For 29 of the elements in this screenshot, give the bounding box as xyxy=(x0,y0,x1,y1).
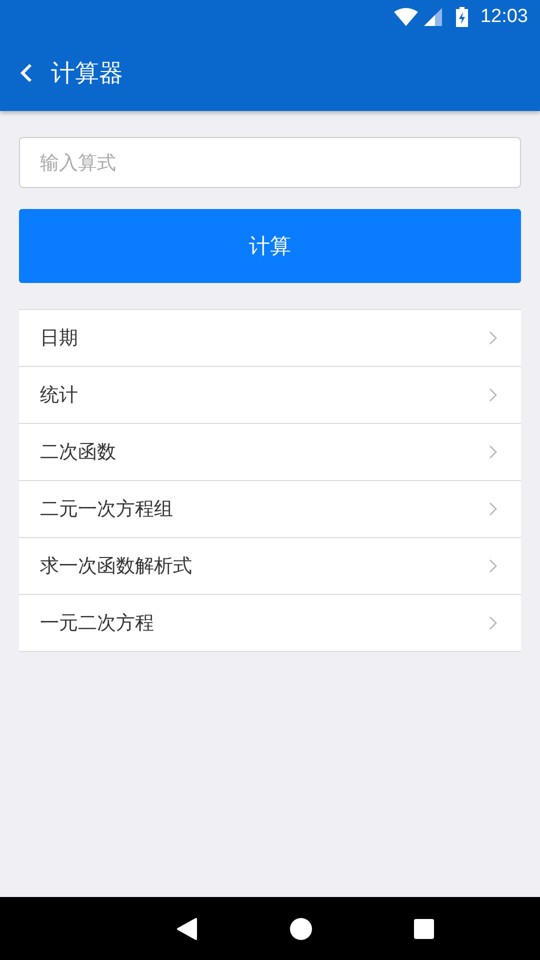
status-time: 12:03 xyxy=(480,6,528,28)
menu-item[interactable]: 二元一次方程组 xyxy=(19,480,521,537)
chevron-icon xyxy=(489,616,497,630)
chevron-icon xyxy=(489,388,497,402)
wifi-icon xyxy=(394,8,418,26)
back-nav-icon[interactable] xyxy=(177,918,197,940)
recents-nav-icon[interactable] xyxy=(414,918,434,938)
menu-item-label: 日期 xyxy=(40,326,78,351)
signal-icon xyxy=(424,8,442,26)
page-title: 计算器 xyxy=(51,58,123,88)
menu-item[interactable]: 二次函数 xyxy=(19,423,521,480)
menu-item[interactable]: 日期 xyxy=(19,310,521,366)
menu-item[interactable]: 一元二次方程 xyxy=(19,594,521,651)
menu-item-label: 一元二次方程 xyxy=(40,611,154,636)
menu-item[interactable]: 统计 xyxy=(19,366,521,423)
chevron-icon xyxy=(489,331,497,345)
battery-icon xyxy=(456,7,468,27)
menu-item[interactable]: 求一次函数解析式 xyxy=(19,537,521,594)
menu-item-label: 求一次函数解析式 xyxy=(40,554,192,579)
calculate-button[interactable]: 计算 xyxy=(19,209,521,283)
chevron-icon xyxy=(489,502,497,516)
chevron-icon xyxy=(489,445,497,459)
chevron-icon xyxy=(489,559,497,573)
back-icon[interactable] xyxy=(20,62,33,82)
expression-field[interactable]: 输入算式 xyxy=(19,137,521,188)
menu-item-label: 二元一次方程组 xyxy=(40,497,173,522)
home-nav-icon[interactable] xyxy=(290,918,312,940)
menu-item-label: 统计 xyxy=(40,383,78,408)
menu-item-label: 二次函数 xyxy=(40,440,116,465)
